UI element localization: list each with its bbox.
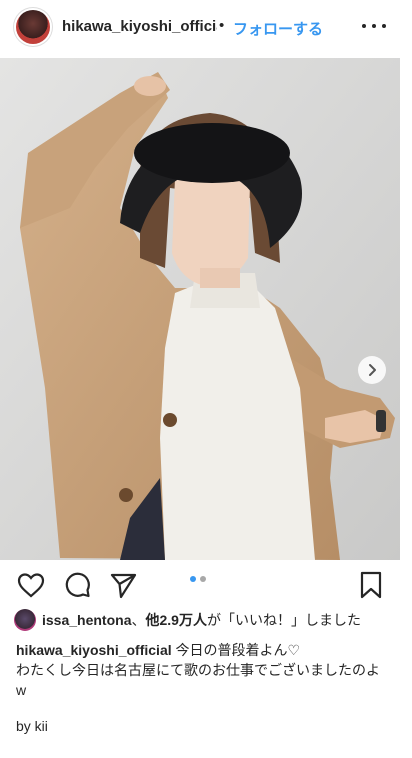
heart-icon[interactable]: [16, 570, 46, 600]
follow-button[interactable]: フォローする: [233, 18, 323, 39]
liker-avatar[interactable]: [14, 609, 36, 631]
photo-image: [0, 58, 400, 560]
likes-suffix: が「いいね！」しました: [206, 612, 361, 628]
carousel-dot-active: [190, 576, 196, 582]
chevron-right-icon[interactable]: [358, 356, 386, 384]
caption-line2: わたくし今日は名古屋にて歌のお仕事でございましたのよ: [16, 662, 380, 678]
action-bar: [0, 566, 412, 606]
bookmark-icon[interactable]: [356, 570, 386, 600]
header-separator: •: [219, 17, 225, 34]
more-horizontal-icon[interactable]: [362, 16, 386, 36]
profile-avatar[interactable]: [16, 10, 50, 44]
caption-signature: by kii: [16, 718, 48, 734]
carousel-indicator: [190, 576, 206, 582]
caption-author[interactable]: hikawa_kiyoshi_official: [16, 642, 172, 658]
comment-icon[interactable]: [62, 570, 92, 600]
likes-comma: 、: [131, 612, 146, 628]
post-photo[interactable]: [0, 58, 400, 560]
post-header: hikawa_kiyoshi_officia • フォローする: [0, 0, 412, 56]
send-icon[interactable]: [108, 570, 138, 600]
caption-line3: w: [16, 682, 27, 698]
header-username[interactable]: hikawa_kiyoshi_officia: [62, 18, 217, 35]
liker-username[interactable]: issa_hentona: [42, 612, 131, 628]
likes-summary: issa_hentona 、 他2.9万人 が「いいね！」しました: [14, 608, 361, 632]
post-caption: hikawa_kiyoshi_official 今日の普段着よん♡ わたくし今日…: [16, 640, 396, 700]
likes-count[interactable]: 他2.9万人: [145, 610, 206, 630]
caption-line1: 今日の普段着よん♡: [175, 642, 301, 658]
carousel-dot: [200, 576, 206, 582]
